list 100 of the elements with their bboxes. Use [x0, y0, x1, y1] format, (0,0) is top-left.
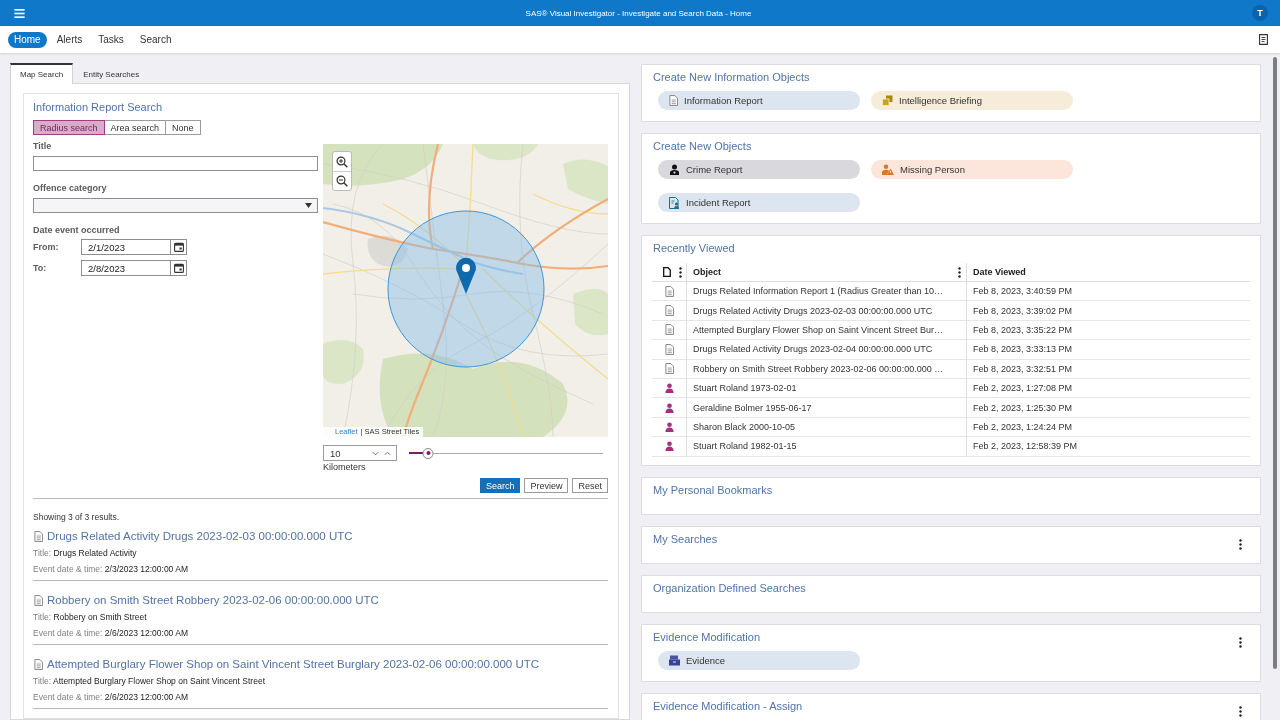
- kebab-menu-icon[interactable]: [1239, 538, 1242, 550]
- form-button[interactable]: Reset: [572, 478, 608, 493]
- tab[interactable]: Map Search: [10, 63, 74, 84]
- document-icon: [664, 285, 674, 297]
- table-cell: Drugs Related Activity Drugs 2023-02-04 00:00:00.000 UTC: [686, 340, 966, 360]
- card-heading: Evidence Modification: [653, 630, 760, 644]
- field-label: Event date & time:: [33, 564, 103, 574]
- card-heading: Create New Objects: [653, 140, 752, 153]
- field-label: From:: [33, 241, 60, 253]
- column-header[interactable]: Object: [693, 267, 721, 277]
- select-field[interactable]: [33, 198, 318, 213]
- field-label: Title:: [33, 612, 52, 622]
- card-heading: My Personal Bookmarks: [653, 483, 773, 497]
- column-header[interactable]: Date Viewed: [973, 267, 1026, 277]
- document-icon: [34, 530, 43, 542]
- date-field[interactable]: 2/8/2023: [81, 260, 187, 276]
- field-value: Robbery on Smith Street: [52, 612, 147, 622]
- document-person-icon: [669, 196, 680, 209]
- search-mode-button[interactable]: None: [165, 120, 201, 135]
- number-input[interactable]: 10: [323, 445, 397, 461]
- document-icon: [662, 267, 671, 277]
- person-warning-icon: [882, 164, 894, 175]
- search-mode-button[interactable]: Radius search: [33, 120, 105, 135]
- table-cell: Feb 2, 2023, 1:24:24 PM: [966, 417, 1250, 438]
- nav-tab[interactable]: Search: [133, 31, 178, 48]
- create-object-button[interactable]: Intelligence Briefing: [871, 91, 1073, 110]
- zoom-out-icon[interactable]: [336, 175, 348, 187]
- document-icon: [664, 324, 674, 336]
- text-input[interactable]: [33, 156, 318, 171]
- table-cell: Feb 2, 2023, 12:58:39 PM: [966, 437, 1250, 457]
- field-label: To:: [33, 262, 48, 274]
- document-icon: [34, 594, 43, 606]
- menu-icon[interactable]: [14, 8, 25, 18]
- calendar-icon[interactable]: [173, 242, 184, 252]
- field-value: Attempted Burglary Flower Shop on Saint Vincent Street: [52, 676, 265, 686]
- unit-label: Kilometers: [323, 461, 367, 473]
- document-icon[interactable]: [1259, 34, 1268, 45]
- calendar-icon[interactable]: [173, 263, 184, 273]
- document-icon: [664, 305, 674, 317]
- location-pin-icon[interactable]: [456, 257, 476, 294]
- scrollbar-thumb[interactable]: [1273, 57, 1277, 669]
- kebab-menu-icon[interactable]: [1239, 705, 1242, 717]
- kebab-menu-icon[interactable]: [958, 266, 961, 278]
- table-cell: Sharon Black 2000-10-05: [686, 417, 966, 438]
- table-cell: Feb 8, 2023, 3:33:13 PM: [966, 340, 1250, 360]
- kebab-menu-icon[interactable]: [678, 266, 682, 278]
- field-label: Offence category: [33, 182, 108, 194]
- table-cell: Stuart Roland 1973-02-01: [686, 378, 966, 399]
- field-label: Title:: [33, 676, 52, 686]
- overlapping-squares-icon: [882, 95, 893, 106]
- chevron-down-icon[interactable]: [372, 450, 379, 456]
- person-icon: [664, 441, 674, 452]
- result-link[interactable]: Robbery on Smith Street Robbery 2023-02-06 00:00:00.000 UTC: [47, 592, 379, 608]
- field-value: 2/6/2023 12:00:00 AM: [103, 628, 188, 638]
- document-icon: [34, 658, 43, 670]
- result-link[interactable]: Drugs Related Activity Drugs 2023-02-03 00:00:00.000 UTC: [47, 528, 353, 544]
- boxes-icon: [669, 654, 680, 666]
- form-button[interactable]: Preview: [524, 478, 569, 493]
- user-avatar[interactable]: T: [1252, 5, 1268, 21]
- field-value: 2/3/2023 12:00:00 AM: [103, 564, 188, 574]
- card-heading: Evidence Modification - Assign: [653, 699, 803, 713]
- table-cell: Feb 8, 2023, 3:35:22 PM: [966, 320, 1250, 341]
- card-heading: Create New Information Objects: [653, 71, 810, 84]
- nav-tab[interactable]: Tasks: [92, 31, 130, 48]
- caret-icon: [305, 203, 312, 208]
- kebab-menu-icon[interactable]: [1239, 636, 1242, 648]
- slider-thumb[interactable]: [422, 447, 434, 459]
- card-heading: Recently Viewed: [653, 242, 735, 255]
- zoom-in-icon[interactable]: [336, 155, 348, 168]
- table-cell: Feb 2, 2023, 1:25:30 PM: [966, 398, 1250, 418]
- tab[interactable]: Entity Searches: [73, 63, 150, 84]
- person-badge-icon: [669, 164, 680, 175]
- nav-tab[interactable]: Alerts: [50, 31, 89, 48]
- field-label: Title:: [33, 548, 52, 558]
- date-field[interactable]: 2/1/2023: [81, 239, 187, 255]
- person-icon: [664, 383, 674, 394]
- table-cell: Geraldine Bolmer 1955-06-17: [686, 398, 966, 418]
- card-heading: Information Report Search: [33, 100, 163, 114]
- card-heading: Organization Defined Searches: [653, 581, 806, 595]
- search-mode-button[interactable]: Area search: [103, 120, 167, 135]
- field-value: Drugs Related Activity: [52, 548, 137, 558]
- card-heading: My Searches: [653, 532, 718, 546]
- create-object-button[interactable]: Incident Report: [658, 193, 860, 212]
- create-object-button[interactable]: Crime Report: [658, 160, 860, 179]
- create-object-button[interactable]: Evidence: [658, 650, 860, 670]
- document-icon: [669, 95, 678, 106]
- field-label: Event date & time:: [33, 628, 103, 638]
- chevron-up-icon[interactable]: [384, 450, 391, 456]
- field-label: Event date & time:: [33, 692, 103, 702]
- table-cell: Feb 8, 2023, 3:39:02 PM: [966, 301, 1250, 321]
- person-icon: [664, 402, 674, 413]
- table-cell: Drugs Related Activity Drugs 2023-02-03 00:00:00.000 UTC: [686, 301, 966, 321]
- create-object-button[interactable]: Missing Person: [871, 160, 1073, 179]
- result-link[interactable]: Attempted Burglary Flower Shop on Saint Vincent Street Burglary 2023-02-06 00:00:00.000 UTC: [47, 656, 539, 672]
- radius-slider[interactable]: [409, 447, 603, 459]
- field-value: 2/6/2023 12:00:00 AM: [103, 692, 188, 702]
- create-object-button[interactable]: Information Report: [658, 91, 860, 110]
- form-button[interactable]: Search: [479, 478, 521, 493]
- table-cell: Robbery on Smith Street Robbery 2023-02-06 00:00:00.000 …: [686, 359, 966, 379]
- nav-tab[interactable]: Home: [8, 31, 47, 48]
